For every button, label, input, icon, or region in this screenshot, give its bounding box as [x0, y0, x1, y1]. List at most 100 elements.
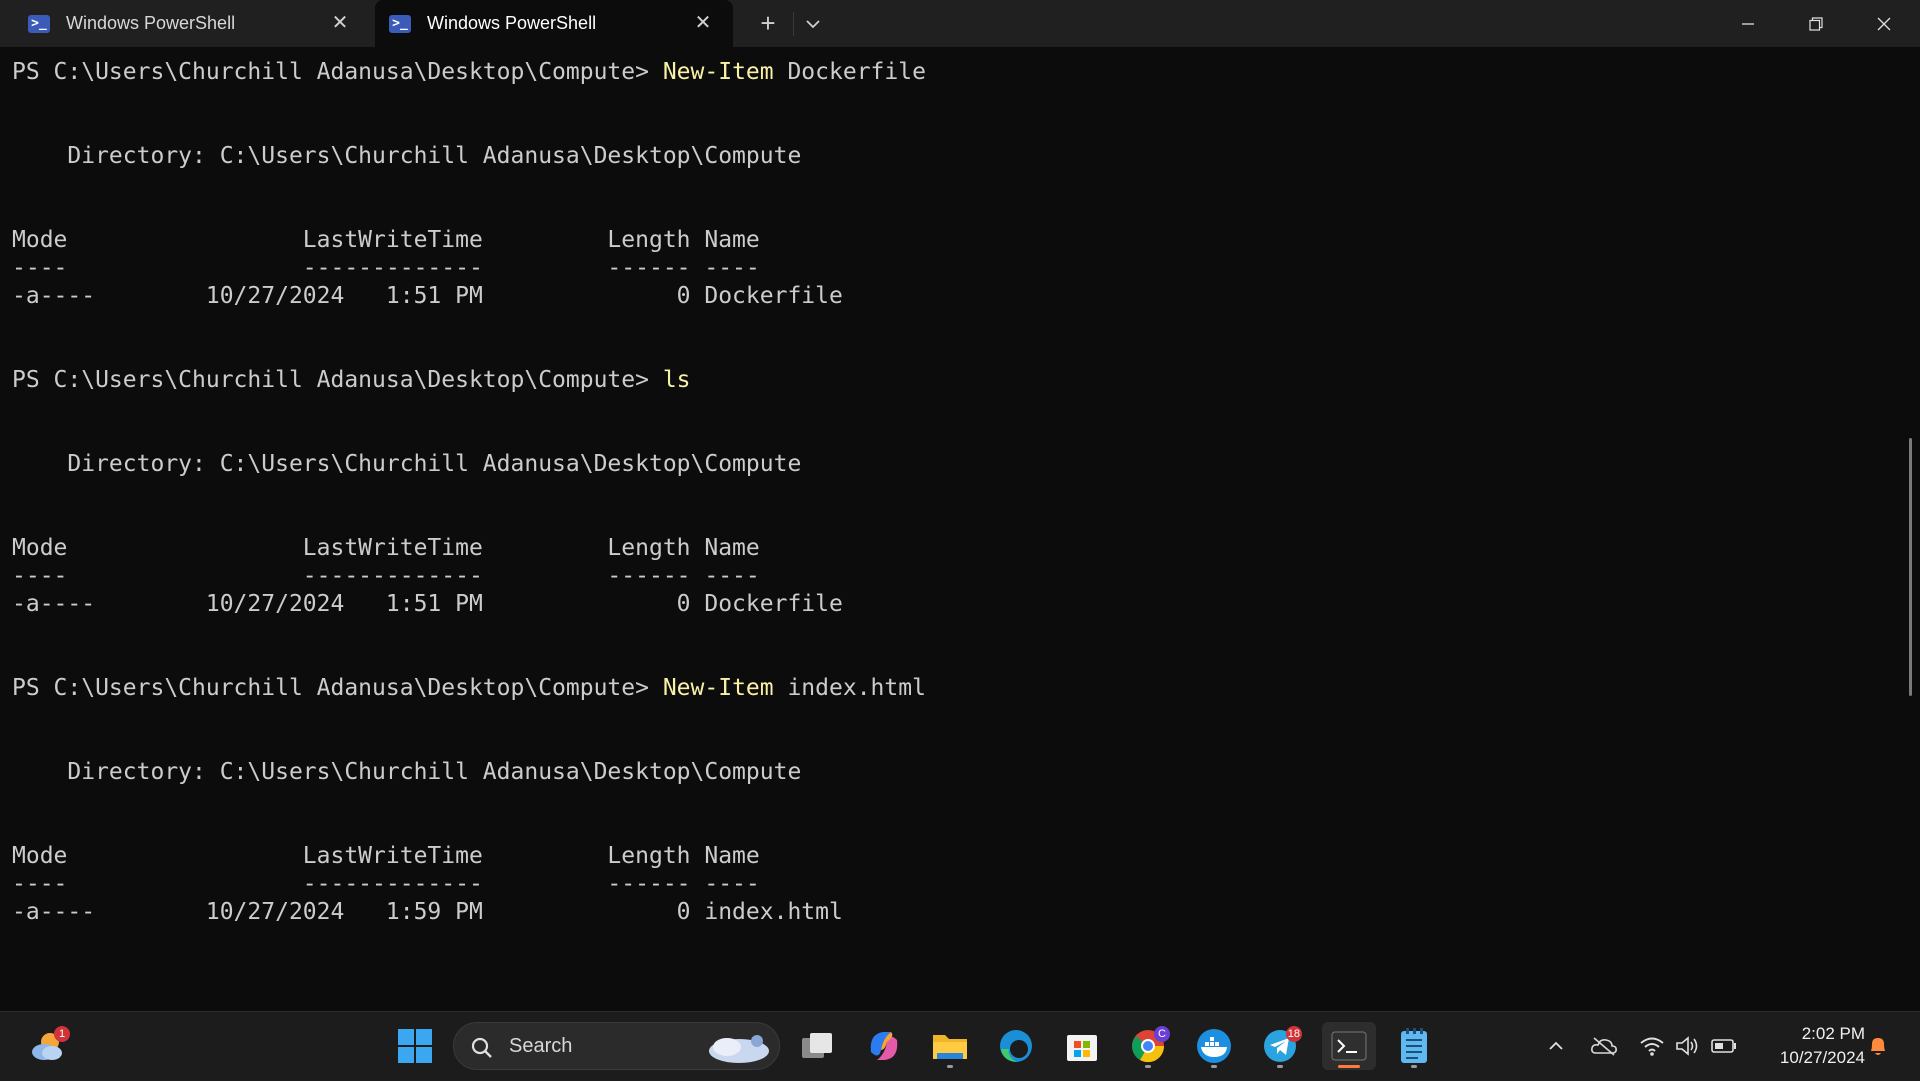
battery-button[interactable] [1702, 1022, 1746, 1070]
bell-icon [1871, 1038, 1885, 1055]
search-placeholder: Search [509, 1035, 573, 1057]
task-view-icon [802, 1033, 832, 1058]
powershell-icon: >_ [389, 14, 411, 33]
docker-icon [1197, 1029, 1231, 1063]
clock-date: 10/27/2024 [1779, 1048, 1865, 1067]
running-indicator [1145, 1065, 1151, 1068]
search-icon [471, 1037, 492, 1058]
command-name: New-Item [662, 675, 774, 701]
close-icon[interactable] [1850, 0, 1918, 47]
search-highlight-icon [709, 1035, 769, 1063]
command-argument: Dockerfile [773, 59, 926, 85]
running-indicator [1211, 1065, 1217, 1068]
output-text: -a---- 10/27/2024 1:51 PM 0 Dockerfile [12, 283, 843, 309]
prompt-text: PS C:\Users\Churchill Adanusa\Desktop\Co… [12, 675, 663, 701]
taskbar: 1 Search C 18 2:02 PM 10/27/2024 [0, 1011, 1920, 1081]
output-line: Mode LastWriteTime Length Name [12, 842, 1892, 870]
chevron-down-icon[interactable] [799, 8, 827, 40]
output-text: Directory: C:\Users\Churchill Adanusa\De… [12, 451, 802, 477]
tab-divider [793, 12, 794, 36]
terminal-icon [1331, 1031, 1367, 1061]
prompt-text: PS C:\Users\Churchill Adanusa\Desktop\Co… [12, 367, 663, 393]
terminal-output[interactable]: PS C:\Users\Churchill Adanusa\Desktop\Co… [12, 58, 1892, 926]
output-text: Directory: C:\Users\Churchill Adanusa\De… [12, 759, 802, 785]
active-indicator [1338, 1065, 1360, 1068]
windows-logo-icon [398, 1029, 432, 1063]
output-line: Directory: C:\Users\Churchill Adanusa\De… [12, 450, 1892, 478]
task-view-button[interactable] [794, 1022, 842, 1070]
output-line: -a---- 10/27/2024 1:51 PM 0 Dockerfile [12, 590, 1892, 618]
output-text: ---- ------------- ------ ---- [12, 871, 760, 897]
store-icon [1067, 1035, 1097, 1061]
clock[interactable]: 2:02 PM 10/27/2024 [1755, 1022, 1865, 1070]
copilot-button[interactable] [860, 1022, 908, 1070]
chrome-profile-badge: C [1154, 1026, 1170, 1042]
minimize-icon[interactable] [1714, 0, 1782, 47]
output-line: -a---- 10/27/2024 1:59 PM 0 index.html [12, 898, 1892, 926]
wifi-icon [1640, 1037, 1664, 1056]
onedrive-button[interactable] [1582, 1022, 1626, 1070]
widgets-button[interactable]: 1 [24, 1022, 72, 1070]
output-text: -a---- 10/27/2024 1:59 PM 0 index.html [12, 899, 843, 925]
speaker-icon [1676, 1036, 1698, 1056]
tab-powershell-2[interactable]: >_ Windows PowerShell ✕ [375, 0, 733, 47]
docker-button[interactable] [1190, 1022, 1238, 1070]
show-hidden-icons-button[interactable] [1534, 1022, 1578, 1070]
notepad-button[interactable] [1390, 1022, 1438, 1070]
notifications-button[interactable] [1858, 1022, 1898, 1070]
edge-button[interactable] [992, 1022, 1040, 1070]
running-indicator [1277, 1065, 1283, 1068]
search-box[interactable]: Search [453, 1022, 780, 1070]
restore-icon[interactable] [1782, 0, 1850, 47]
prompt-text: PS C:\Users\Churchill Adanusa\Desktop\Co… [12, 59, 663, 85]
tab-powershell-1[interactable]: >_ Windows PowerShell ✕ [0, 0, 370, 47]
terminal-button[interactable] [1322, 1022, 1376, 1070]
chrome-button[interactable]: C [1124, 1022, 1172, 1070]
battery-icon [1711, 1039, 1736, 1053]
running-indicator [1411, 1065, 1417, 1068]
title-bar: >_ Windows PowerShell ✕ >_ Windows Power… [0, 0, 1920, 47]
microsoft-store-button[interactable] [1058, 1022, 1106, 1070]
folder-icon [933, 1035, 967, 1059]
clock-time: 2:02 PM [1801, 1024, 1865, 1043]
chevron-up-icon [1549, 1041, 1563, 1050]
telegram-badge: 18 [1285, 1026, 1302, 1042]
running-indicator [947, 1065, 953, 1068]
prompt-line: PS C:\Users\Churchill Adanusa\Desktop\Co… [12, 674, 1892, 702]
output-text: ---- ------------- ------ ---- [12, 255, 760, 281]
scrollbar-thumb[interactable] [1909, 438, 1912, 696]
output-line: -a---- 10/27/2024 1:51 PM 0 Dockerfile [12, 282, 1892, 310]
output-text: Mode LastWriteTime Length Name [12, 843, 760, 869]
output-text: Mode LastWriteTime Length Name [12, 227, 760, 253]
output-line: Directory: C:\Users\Churchill Adanusa\De… [12, 142, 1892, 170]
notepad-icon [1401, 1028, 1427, 1063]
close-tab-icon[interactable]: ✕ [328, 11, 352, 35]
powershell-icon: >_ [28, 14, 50, 33]
output-line: ---- ------------- ------ ---- [12, 254, 1892, 282]
file-explorer-button[interactable] [926, 1022, 974, 1070]
start-button[interactable] [391, 1022, 439, 1070]
output-line: Mode LastWriteTime Length Name [12, 534, 1892, 562]
output-line: ---- ------------- ------ ---- [12, 870, 1892, 898]
copilot-icon [870, 1032, 898, 1060]
telegram-button[interactable]: 18 [1256, 1022, 1304, 1070]
close-tab-icon[interactable]: ✕ [691, 11, 715, 35]
onedrive-offline-icon [1591, 1037, 1617, 1056]
tab-label: Windows PowerShell [66, 13, 236, 33]
command-name: ls [662, 367, 691, 393]
new-tab-button[interactable]: + [752, 8, 784, 40]
output-line: Mode LastWriteTime Length Name [12, 226, 1892, 254]
edge-icon [1000, 1030, 1032, 1062]
